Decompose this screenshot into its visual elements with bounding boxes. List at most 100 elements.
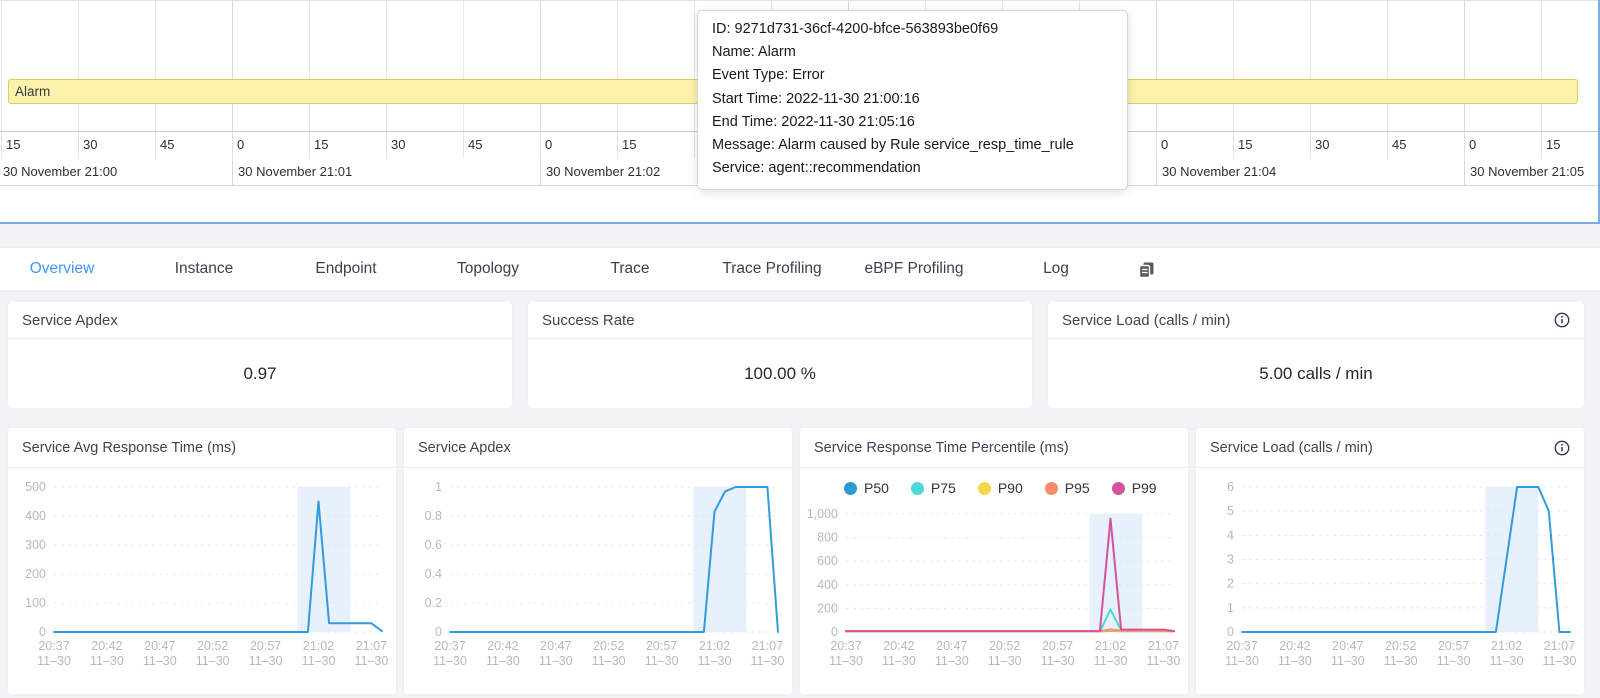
svg-text:11–30: 11–30 xyxy=(1146,654,1180,668)
timeline-tick-label: 15 xyxy=(6,137,20,152)
svg-text:21:02: 21:02 xyxy=(699,639,730,653)
svg-text:11–30: 11–30 xyxy=(1331,654,1365,668)
timeline-tick-label: 15 xyxy=(1546,137,1560,152)
p75-dot xyxy=(911,482,924,495)
svg-text:1: 1 xyxy=(435,480,442,494)
tooltip-start-time-line: Start Time: 2022-11-30 21:00:16 xyxy=(712,88,1113,111)
timeline-tick-label: 0 xyxy=(237,137,244,152)
svg-text:21:02: 21:02 xyxy=(303,639,334,653)
svg-text:0.2: 0.2 xyxy=(425,596,442,610)
svg-text:300: 300 xyxy=(25,538,46,552)
svg-text:11–30: 11–30 xyxy=(90,654,124,668)
success-rate-card: Success Rate 100.00 % xyxy=(528,302,1032,408)
response-time-percentile-chart-plot[interactable]: 02004006008001,00020:3711–3020:4211–3020… xyxy=(800,502,1188,694)
tab-trace-profiling[interactable]: Trace Profiling xyxy=(701,260,843,278)
svg-text:11–30: 11–30 xyxy=(354,654,388,668)
svg-text:11–30: 11–30 xyxy=(1041,654,1075,668)
svg-text:11–30: 11–30 xyxy=(935,654,969,668)
tab-trace[interactable]: Trace xyxy=(559,260,701,278)
svg-text:20:52: 20:52 xyxy=(593,639,624,653)
service-load-card-title: Service Load (calls / min) xyxy=(1062,312,1230,329)
svg-text:6: 6 xyxy=(1227,480,1234,494)
svg-text:11–30: 11–30 xyxy=(882,654,916,668)
p99-label: P99 xyxy=(1132,480,1157,496)
service-load-chart-card: Service Load (calls / min) 012345620:371… xyxy=(1196,428,1584,694)
percentile-legend: P50 P75 P90 P95 P99 xyxy=(800,474,1188,502)
svg-text:20:57: 20:57 xyxy=(1042,639,1073,653)
svg-text:11–30: 11–30 xyxy=(433,654,467,668)
tab-log[interactable]: Log xyxy=(985,260,1127,278)
svg-text:21:07: 21:07 xyxy=(356,639,387,653)
svg-text:20:42: 20:42 xyxy=(883,639,914,653)
legend-item-p50[interactable]: P50 xyxy=(844,480,889,496)
timeline-tick-label: 30 xyxy=(391,137,405,152)
svg-text:200: 200 xyxy=(25,567,46,581)
svg-text:11–30: 11–30 xyxy=(592,654,626,668)
svg-text:11–30: 11–30 xyxy=(143,654,177,668)
timeline-date-label: 30 November 21:02 xyxy=(546,164,660,179)
svg-text:2: 2 xyxy=(1227,577,1234,591)
svg-text:20:42: 20:42 xyxy=(487,639,518,653)
tab-endpoint[interactable]: Endpoint xyxy=(275,260,417,278)
svg-text:20:57: 20:57 xyxy=(1438,639,1469,653)
legend-item-p90[interactable]: P90 xyxy=(978,480,1023,496)
tooltip-name-line: Name: Alarm xyxy=(712,41,1113,64)
svg-text:20:42: 20:42 xyxy=(91,639,122,653)
timeline-date-label: 30 November 21:05 xyxy=(1470,164,1584,179)
tab-instance[interactable]: Instance xyxy=(133,260,275,278)
service-load-chart-title: Service Load (calls / min) xyxy=(1210,440,1373,456)
svg-text:11–30: 11–30 xyxy=(1490,654,1524,668)
response-time-percentile-chart-card: Service Response Time Percentile (ms) P5… xyxy=(800,428,1188,694)
svg-text:4: 4 xyxy=(1227,528,1234,542)
success-rate-card-value: 100.00 % xyxy=(528,339,1032,408)
svg-text:21:07: 21:07 xyxy=(1544,639,1575,653)
charts-row: Service Avg Response Time (ms) 010020030… xyxy=(8,428,1584,694)
svg-text:11–30: 11–30 xyxy=(698,654,732,668)
success-rate-card-title: Success Rate xyxy=(542,312,635,329)
copy-icon[interactable] xyxy=(1133,256,1159,282)
svg-text:11–30: 11–30 xyxy=(196,654,230,668)
tab-overview[interactable]: Overview xyxy=(0,260,133,278)
timeline-tick-label: 0 xyxy=(545,137,552,152)
legend-item-p95[interactable]: P95 xyxy=(1045,480,1090,496)
tooltip-end-time-line: End Time: 2022-11-30 21:05:16 xyxy=(712,111,1113,134)
svg-text:11–30: 11–30 xyxy=(829,654,863,668)
timeline-tick-label: 45 xyxy=(160,137,174,152)
service-apdex-chart-plot[interactable]: 00.20.40.60.8120:3711–3020:4211–3020:471… xyxy=(404,468,792,694)
svg-text:11–30: 11–30 xyxy=(645,654,679,668)
svg-text:0.6: 0.6 xyxy=(425,538,442,552)
svg-text:5: 5 xyxy=(1227,504,1234,518)
svg-text:21:07: 21:07 xyxy=(1148,639,1179,653)
tooltip-event-type-line: Event Type: Error xyxy=(712,64,1113,87)
svg-text:0.4: 0.4 xyxy=(425,567,442,581)
info-icon[interactable] xyxy=(1554,312,1570,328)
svg-text:0: 0 xyxy=(435,625,442,639)
svg-text:800: 800 xyxy=(817,531,838,545)
svg-text:100: 100 xyxy=(25,596,46,610)
tab-ebpf-profiling[interactable]: eBPF Profiling xyxy=(843,260,985,278)
svg-text:11–30: 11–30 xyxy=(988,654,1022,668)
svg-text:21:07: 21:07 xyxy=(752,639,783,653)
avg-response-time-chart-plot[interactable]: 010020030040050020:3711–3020:4211–3020:4… xyxy=(8,468,396,694)
tooltip-service-line: Service: agent::recommendation xyxy=(712,157,1113,180)
legend-item-p75[interactable]: P75 xyxy=(911,480,956,496)
svg-text:600: 600 xyxy=(817,554,838,568)
legend-item-p99[interactable]: P99 xyxy=(1112,480,1157,496)
p75-label: P75 xyxy=(931,480,956,496)
svg-text:21:02: 21:02 xyxy=(1491,639,1522,653)
info-icon[interactable] xyxy=(1554,440,1570,456)
p50-label: P50 xyxy=(864,480,889,496)
svg-text:20:52: 20:52 xyxy=(1385,639,1416,653)
svg-text:20:47: 20:47 xyxy=(936,639,967,653)
svg-text:400: 400 xyxy=(25,509,46,523)
timeline-tick-label: 45 xyxy=(468,137,482,152)
timeline-date-label: 30 November 21:04 xyxy=(1162,164,1276,179)
service-load-chart-plot[interactable]: 012345620:3711–3020:4211–3020:4711–3020:… xyxy=(1196,468,1584,694)
svg-text:1: 1 xyxy=(1227,601,1234,615)
timeline-tick-label: 15 xyxy=(1238,137,1252,152)
p95-dot xyxy=(1045,482,1058,495)
svg-text:11–30: 11–30 xyxy=(1278,654,1312,668)
p50-dot xyxy=(844,482,857,495)
tab-topology[interactable]: Topology xyxy=(417,260,559,278)
svg-text:0.8: 0.8 xyxy=(425,509,442,523)
